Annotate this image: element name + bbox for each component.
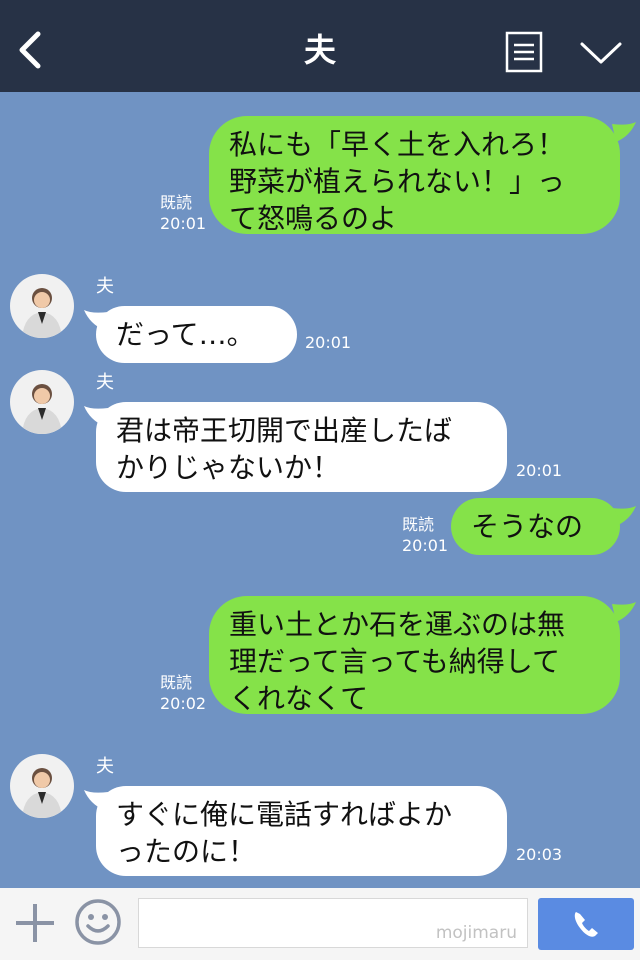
phone-icon <box>574 912 598 937</box>
message-time: 20:01 <box>160 214 207 233</box>
chat-area: 私にも「早く土を入れろ！ 野菜が植えられない！」っ て怒鳴るのよ 既読 20:0… <box>0 92 640 888</box>
watermark: mojimaru <box>435 923 517 943</box>
sender-name: 夫 <box>96 276 114 297</box>
message-time: 20:03 <box>516 845 563 864</box>
avatar-person-icon <box>22 384 62 434</box>
avatar[interactable] <box>10 370 74 434</box>
avatar[interactable] <box>10 754 74 818</box>
emoji-icon[interactable] <box>74 898 122 946</box>
message-time: 20:01 <box>516 461 563 480</box>
plus-icon[interactable] <box>14 902 56 944</box>
message-meta: 既読 20:02 <box>160 672 206 714</box>
message-bubble-sent[interactable]: 重い土とか石を運ぶのは無 理だって言っても納得して くれなくて <box>209 596 620 715</box>
message-bubble-received[interactable]: すぐに俺に電話すればよか ったのに！ <box>96 786 507 876</box>
read-receipt: 既読 <box>160 673 193 692</box>
chevron-down-icon[interactable] <box>578 36 624 70</box>
sender-name: 夫 <box>96 756 114 777</box>
sender-name: 夫 <box>96 372 114 393</box>
input-bar: mojimaru <box>0 888 640 960</box>
call-button[interactable] <box>538 898 634 950</box>
message-time: 20:01 <box>305 333 352 352</box>
message-bubble-sent[interactable]: そうなの <box>451 498 620 555</box>
message-bubble-received[interactable]: だって…。 <box>96 306 297 363</box>
message-time: 20:02 <box>160 694 207 713</box>
read-receipt: 既読 <box>160 193 193 212</box>
avatar[interactable] <box>10 274 74 338</box>
chat-header: 夫 <box>0 0 640 92</box>
message-bubble-received[interactable]: 君は帝王切開で出産したば かりじゃないか！ <box>96 402 507 492</box>
message-bubble-sent[interactable]: 私にも「早く土を入れろ！ 野菜が植えられない！」っ て怒鳴るのよ <box>209 116 620 235</box>
message-meta: 既読 20:01 <box>402 514 448 556</box>
message-meta: 既読 20:01 <box>160 192 206 234</box>
read-receipt: 既読 <box>402 515 435 534</box>
chat-title: 夫 <box>303 31 336 69</box>
avatar-person-icon <box>22 768 62 818</box>
message-input[interactable]: mojimaru <box>138 898 528 948</box>
avatar-person-icon <box>22 288 62 338</box>
menu-icon[interactable] <box>504 30 544 74</box>
message-time: 20:01 <box>402 536 449 555</box>
